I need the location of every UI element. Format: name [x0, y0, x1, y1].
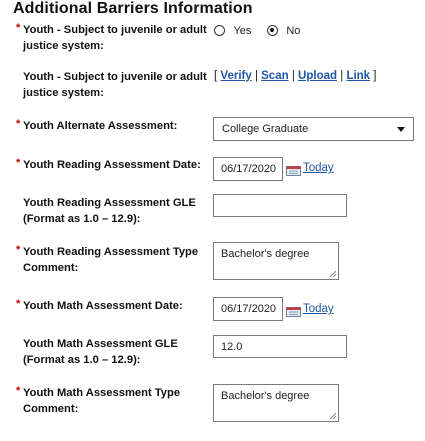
required-marker: * [16, 118, 21, 130]
reading-date-input[interactable]: 06/17/2020 [213, 157, 283, 181]
required-marker: * [16, 157, 21, 169]
verify-link[interactable]: Verify [220, 70, 251, 82]
resize-grip-icon[interactable] [329, 270, 337, 278]
link-separator: | [291, 70, 295, 82]
link-separator: | [340, 70, 344, 82]
chevron-down-icon [397, 126, 405, 132]
math-date-label: Youth Math Assessment Date: [23, 300, 183, 312]
reading-gle-label: Youth Reading Assessment GLE (Format as … [23, 197, 196, 225]
alternate-assessment-value: College Graduate [222, 123, 309, 135]
reading-comment-value: Bachelor's degree [221, 248, 310, 260]
alternate-assessment-select[interactable]: College Graduate [213, 117, 414, 141]
required-marker: * [16, 298, 21, 310]
math-gle-label: Youth Math Assessment GLE (Format as 1.0… [23, 338, 178, 366]
juvenile-no-label[interactable]: No [286, 25, 300, 37]
alternate-assessment-label: Youth Alternate Assessment: [23, 120, 178, 132]
link-separator: | [254, 70, 258, 82]
section-title: Additional Barriers Information [13, 0, 253, 17]
math-comment-label: Youth Math Assessment Type Comment: [23, 387, 181, 415]
reading-gle-input[interactable] [213, 194, 347, 217]
close-bracket: ] [373, 70, 377, 82]
calendar-icon[interactable] [286, 163, 301, 176]
math-date-input[interactable]: 06/17/2020 [213, 297, 283, 321]
math-comment-textarea[interactable]: Bachelor's degree [213, 384, 339, 422]
required-marker: * [16, 244, 21, 256]
scan-link[interactable]: Scan [261, 70, 289, 82]
resize-grip-icon[interactable] [329, 412, 337, 420]
juvenile-radio-group: Yes No [214, 22, 300, 40]
juvenile-no-radio[interactable] [266, 25, 278, 37]
required-marker: * [16, 22, 21, 34]
document-links: [ Verify | Scan | Upload | Link ] [214, 70, 376, 82]
open-bracket: [ [214, 70, 218, 82]
reading-date-label: Youth Reading Assessment Date: [23, 159, 201, 171]
upload-link[interactable]: Upload [298, 70, 337, 82]
math-gle-input[interactable]: 12.0 [213, 335, 347, 358]
juvenile-docs-label: Youth - Subject to juvenile or adult jus… [23, 71, 207, 99]
juvenile-yes-radio[interactable] [214, 25, 225, 37]
link-link[interactable]: Link [346, 70, 370, 82]
reading-comment-label: Youth Reading Assessment Type Comment: [23, 246, 199, 274]
reading-comment-textarea[interactable]: Bachelor's degree [213, 242, 339, 280]
reading-today-link[interactable]: Today [303, 162, 334, 174]
required-marker: * [16, 385, 21, 397]
juvenile-yes-label[interactable]: Yes [233, 25, 251, 37]
juvenile-label: Youth - Subject to juvenile or adult jus… [23, 24, 207, 52]
math-comment-value: Bachelor's degree [221, 390, 310, 402]
calendar-icon[interactable] [286, 304, 301, 317]
math-today-link[interactable]: Today [303, 303, 334, 315]
